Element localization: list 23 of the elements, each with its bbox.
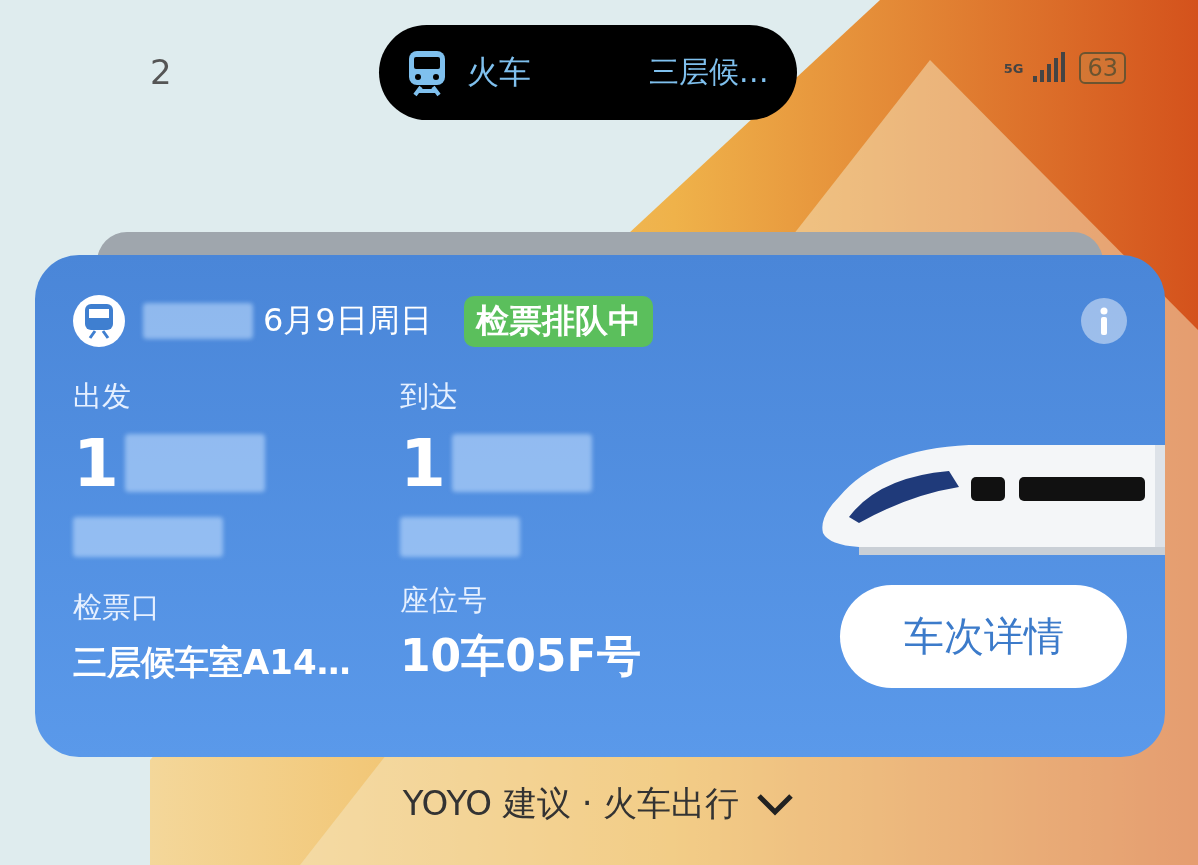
gate-value: 三层候车室A14…	[73, 641, 352, 684]
station-label: 出发	[73, 378, 132, 415]
status-time: 2	[150, 52, 172, 92]
dynamic-island[interactable]: 火车 三层候…	[378, 25, 797, 120]
suggestion-text: YOYO 建议 · 火车出行	[402, 782, 740, 825]
info-icon[interactable]	[1081, 298, 1127, 344]
train-details-button[interactable]: 车次详情	[840, 585, 1127, 688]
station-time: 1	[400, 424, 446, 502]
island-label: 火车	[466, 51, 531, 93]
seat-value: 10车05F号	[400, 629, 642, 683]
station-label: 到达	[400, 378, 459, 415]
chevron-down-icon[interactable]	[755, 792, 796, 816]
train-icon	[406, 48, 447, 97]
island-detail: 三层候…	[648, 53, 769, 91]
ticket-card[interactable]: 6月9日周日 检票排队中 出发 1 到达 1 检票口 三层候车室A14… 座位号 10车05F号 车次详情	[35, 255, 1165, 757]
network-type: 5G	[1003, 61, 1024, 75]
status-badge: 检票排队中	[463, 295, 653, 347]
battery-level: 63	[1079, 52, 1126, 84]
travel-date: 6月9日周日	[263, 300, 432, 341]
train-badge-icon	[73, 295, 125, 347]
station-time: 1	[73, 424, 119, 502]
gate-label: 检票口	[73, 589, 161, 626]
seat-label: 座位号	[400, 582, 488, 619]
